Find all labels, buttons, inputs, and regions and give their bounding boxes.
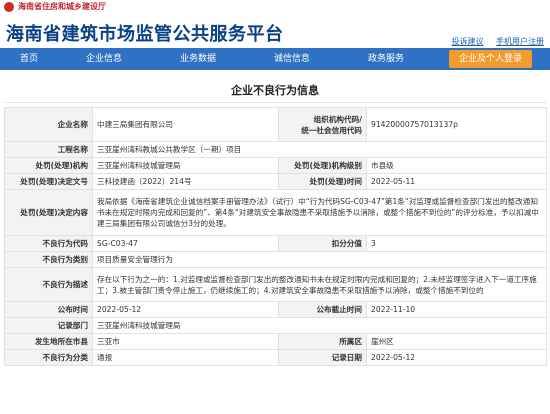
table-row: 记录部门 三亚崖州湾科技城管理局 (4, 317, 547, 334)
project-name: 三亚崖州湾科教城公共教学区（一期）项目 (92, 141, 547, 158)
publish-end-date: 2022-11-10 (366, 301, 547, 318)
nav-gov-service[interactable]: 政务服务 (368, 48, 404, 70)
city: 三亚市 (92, 333, 279, 350)
field-label: 组织机构代码/ 统一社会信用代码 (278, 107, 367, 142)
handler-level: 市县级 (366, 157, 547, 174)
login-button[interactable]: 企业及个人登录 (448, 50, 532, 68)
field-label: 处罚(处理)时间 (278, 173, 367, 190)
decision-date: 2022-05-11 (366, 173, 547, 190)
behavior-description: 存在以下行为之一的：1.对监理或监督检查部门发出的整改通知书未在规定时限内完成和… (92, 267, 547, 302)
field-label: 不良行为分类 (4, 349, 93, 366)
table-row: 不良行为分类 通报 记录日期 2022-05-12 (4, 349, 547, 366)
behavior-category: 项目质量安全管理行为 (92, 251, 547, 268)
table-row: 公布时间 2022-05-12 公布截止时间 2022-11-10 (4, 301, 547, 318)
field-label: 扣分分值 (278, 235, 367, 252)
emblem-icon (4, 2, 14, 12)
field-label: 处罚(处理)决定内容 (4, 189, 93, 236)
org-code-label-line2: 统一社会信用代码 (301, 125, 362, 135)
site-header: 海南省建筑市场监管公共服务平台 投诉建议 手机用户注册 (0, 14, 550, 48)
field-label: 公布时间 (4, 301, 93, 318)
field-label: 不良行为代码 (4, 235, 93, 252)
org-code: 91420000757013137p (366, 107, 547, 142)
main-nav: 首页 企业信息 业务数据 诚信信息 政务服务 企业及个人登录 (0, 48, 550, 70)
field-label: 处罚(处理)机构级别 (278, 157, 367, 174)
publish-date: 2022-05-12 (92, 301, 279, 318)
field-label: 发生地所在市县 (4, 333, 93, 350)
nav-enterprise[interactable]: 企业信息 (86, 48, 122, 70)
field-label: 处罚(处理)决定文号 (4, 173, 93, 190)
site-title: 海南省建筑市场监管公共服务平台 (6, 24, 284, 45)
table-row: 处罚(处理)决定内容 我局依据《海南省建筑企业诚信档案手册管理办法》（试行）中“… (4, 189, 547, 236)
header-links: 投诉建议 手机用户注册 (441, 36, 544, 47)
field-label: 所属区 (278, 333, 367, 350)
handler: 三亚崖州湾科技城管理局 (92, 157, 279, 174)
org-code-label-line1: 组织机构代码/ (313, 114, 362, 124)
page-title: 企业不良行为信息 (4, 80, 546, 103)
field-label: 公布截止时间 (278, 301, 367, 318)
table-row: 不良行为代码 SG-C03-47 扣分分值 3 (4, 235, 547, 252)
register-link[interactable]: 手机用户注册 (496, 37, 544, 46)
record-date: 2022-05-12 (366, 349, 547, 366)
behavior-type: 通报 (92, 349, 279, 366)
deduct-score: 3 (366, 235, 547, 252)
field-label: 处罚(处理)机构 (4, 157, 93, 174)
nav-home[interactable]: 首页 (20, 48, 38, 70)
field-label: 工程名称 (4, 141, 93, 158)
company-name: 中建三局集团有限公司 (92, 107, 279, 142)
table-row: 工程名称 三亚崖州湾科教城公共教学区（一期）项目 (4, 141, 547, 158)
behavior-code: SG-C03-47 (92, 235, 279, 252)
district: 崖州区 (366, 333, 547, 350)
field-label: 记录日期 (278, 349, 367, 366)
recorder: 三亚崖州湾科技城管理局 (92, 317, 547, 334)
table-row: 企业名称 中建三局集团有限公司 组织机构代码/ 统一社会信用代码 9142000… (4, 107, 547, 142)
nav-credit[interactable]: 诚信信息 (274, 48, 310, 70)
table-row: 发生地所在市县 三亚市 所属区 崖州区 (4, 333, 547, 350)
decision-content: 我局依据《海南省建筑企业诚信档案手册管理办法》（试行）中“行为代码SG-C03-… (92, 189, 547, 236)
field-label: 企业名称 (4, 107, 93, 142)
top-strip: 海南省住房和城乡建设厅 (0, 0, 550, 14)
nav-business-data[interactable]: 业务数据 (180, 48, 216, 70)
table-row: 处罚(处理)决定文号 三科技建函〔2022〕214号 处罚(处理)时间 2022… (4, 173, 547, 190)
detail-card: 企业不良行为信息 企业名称 中建三局集团有限公司 组织机构代码/ 统一社会信用代… (0, 80, 550, 414)
department-name: 海南省住房和城乡建设厅 (18, 2, 106, 11)
decision-number: 三科技建函〔2022〕214号 (92, 173, 279, 190)
table-row: 处罚(处理)机构 三亚崖州湾科技城管理局 处罚(处理)机构级别 市县级 (4, 157, 547, 174)
table-row: 不良行为类别 项目质量安全管理行为 (4, 251, 547, 268)
field-label: 记录部门 (4, 317, 93, 334)
field-label: 不良行为描述 (4, 267, 93, 302)
table-row: 不良行为描述 存在以下行为之一的：1.对监理或监督检查部门发出的整改通知书未在规… (4, 267, 547, 302)
complaint-link[interactable]: 投诉建议 (451, 37, 483, 46)
field-label: 不良行为类别 (4, 251, 93, 268)
detail-table: 企业名称 中建三局集团有限公司 组织机构代码/ 统一社会信用代码 9142000… (4, 107, 547, 366)
